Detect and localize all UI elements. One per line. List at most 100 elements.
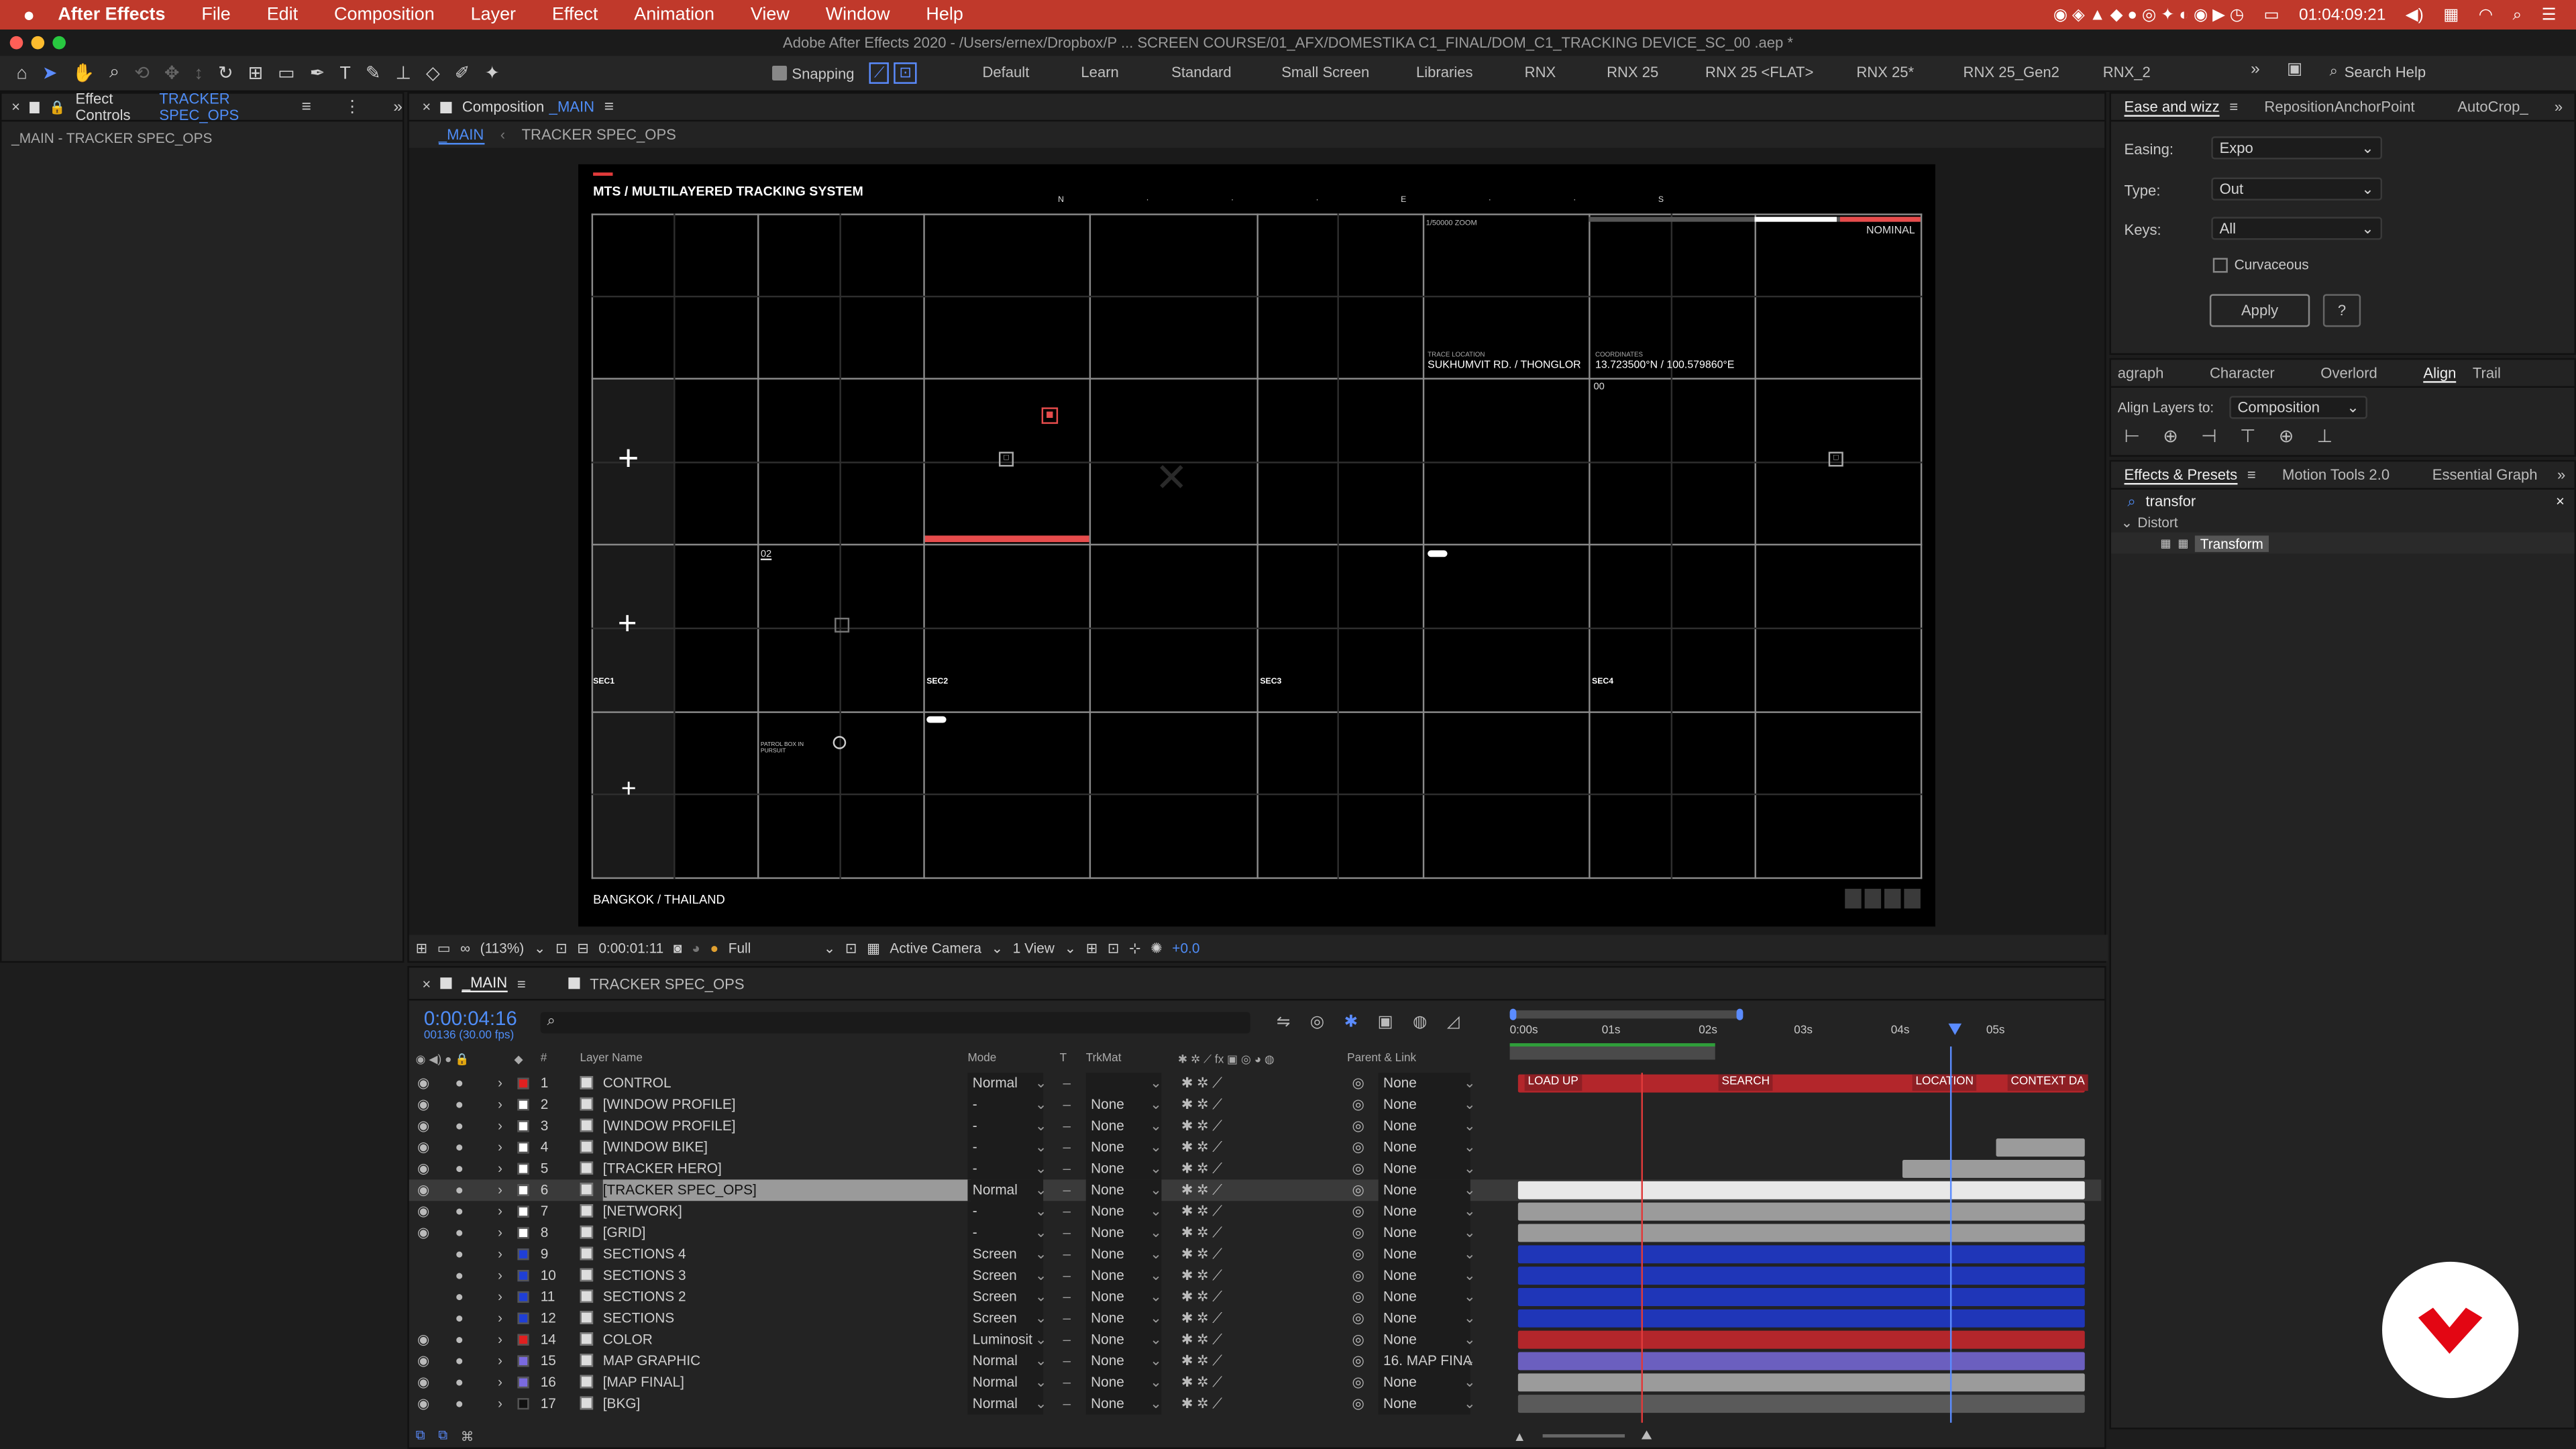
exposure-value[interactable]: +0.0: [1172, 940, 1199, 956]
reposition-anchor-tab[interactable]: RepositionAnchorPoint: [2264, 99, 2414, 115]
solo-icon[interactable]: ●: [455, 1350, 464, 1372]
pickwhip-icon[interactable]: ◎: [1352, 1329, 1364, 1350]
twirl-chevron-icon[interactable]: ›: [498, 1137, 502, 1159]
selection-tool-icon[interactable]: ➤: [42, 62, 58, 84]
effects-menu-icon[interactable]: ≡: [2247, 467, 2256, 483]
breadcrumb-main[interactable]: _MAIN: [438, 125, 484, 144]
layer-duration-bar[interactable]: [1996, 1138, 2085, 1157]
zoom-slider[interactable]: [1542, 1434, 1625, 1438]
motion-blur-icon[interactable]: ◍: [1413, 1014, 1427, 1032]
toggle-switches-icon[interactable]: ⧉: [438, 1428, 447, 1444]
layer-parent-select[interactable]: None: [1378, 1094, 1470, 1116]
search-icon[interactable]: ⌕: [2513, 6, 2522, 24]
menu-file[interactable]: File: [201, 5, 230, 24]
motion-tools-tab[interactable]: Motion Tools 2.0: [2282, 467, 2390, 483]
sync-settings-icon[interactable]: ▣: [2287, 61, 2302, 79]
layer-duration-bar[interactable]: [1517, 1288, 2085, 1306]
table-row[interactable]: ◉ ● › 17 [BKG] Normal ⌄ – None ⌄ ✱ ✲ ⟋ ◎ None ⌄: [409, 1393, 2101, 1415]
solo-icon[interactable]: ●: [455, 1116, 464, 1137]
layer-switches-icons[interactable]: ✱ ✲ ⟋: [1181, 1287, 1222, 1308]
layer-mode-select[interactable]: -: [967, 1201, 1044, 1223]
battery-icon[interactable]: ▭: [2264, 6, 2279, 24]
region-of-interest-icon[interactable]: ⊡: [845, 939, 857, 957]
mask-icon[interactable]: ∞: [460, 940, 470, 956]
effects-tab[interactable]: Effects & Presets: [2124, 466, 2238, 484]
layer-duration-bar[interactable]: [1517, 1074, 2085, 1093]
workspace-rnx-25-gen2[interactable]: RNX 25_Gen2: [1964, 64, 2059, 80]
layer-switches-icons[interactable]: ✱ ✲ ⟋: [1181, 1372, 1222, 1393]
frame-blending-icon[interactable]: ▣: [1378, 1014, 1393, 1032]
twirl-chevron-icon[interactable]: ›: [498, 1372, 502, 1393]
volume-icon[interactable]: ◀): [2406, 6, 2424, 24]
solo-icon[interactable]: ●: [455, 1393, 464, 1415]
pickwhip-icon[interactable]: ◎: [1352, 1179, 1364, 1201]
layer-switches-icons[interactable]: ✱ ✲ ⟋: [1181, 1350, 1222, 1372]
twirl-chevron-icon[interactable]: ›: [498, 1329, 502, 1350]
layer-mode-select[interactable]: Normal: [967, 1393, 1044, 1415]
layer-name[interactable]: [GRID]: [603, 1222, 646, 1244]
layer-switches-icons[interactable]: ✱ ✲ ⟋: [1181, 1201, 1222, 1222]
layer-name[interactable]: SECTIONS 2: [603, 1287, 686, 1308]
resolution-dropdown[interactable]: Full: [729, 940, 814, 956]
align-tab[interactable]: Align: [2423, 364, 2457, 382]
pickwhip-icon[interactable]: ◎: [1352, 1265, 1364, 1287]
workspace-overflow-icon[interactable]: »: [2251, 61, 2260, 79]
menu-window[interactable]: Window: [826, 5, 890, 24]
comp-mini-flowchart-icon[interactable]: ⇋: [1277, 1014, 1291, 1032]
pickwhip-icon[interactable]: ◎: [1352, 1094, 1364, 1116]
region-icon[interactable]: ⊟: [577, 939, 588, 957]
table-row[interactable]: ◉ ● › 1 CONTROL Normal ⌄ – ⌄ ✱ ✲ ⟋ ◎ None ⌄: [409, 1073, 2101, 1095]
align-to-select[interactable]: Composition ⌄: [2229, 396, 2367, 419]
layer-parent-select[interactable]: None: [1378, 1136, 1470, 1159]
eraser-tool-icon[interactable]: ◇: [426, 62, 440, 84]
twirl-chevron-icon[interactable]: ›: [498, 1073, 502, 1094]
effect-transform-item[interactable]: Transform: [2195, 535, 2269, 551]
table-row[interactable]: ◉ ● › 16 [MAP FINAL] Normal ⌄ – None ⌄ ✱ ✲ ⟋ ◎ None ⌄: [409, 1371, 2101, 1393]
snapshot-icon[interactable]: ◙: [674, 940, 682, 956]
flowchart-icon[interactable]: ⊹: [1129, 939, 1140, 957]
timeline-tab-tracker[interactable]: TRACKER SPEC_OPS: [590, 975, 744, 991]
snap-option-icon[interactable]: ⟋: [869, 62, 890, 84]
render-time-icon[interactable]: ⌘: [461, 1428, 474, 1443]
workspace-rnx-25-flat[interactable]: RNX 25 <FLAT>: [1705, 64, 1813, 80]
twirl-chevron-icon[interactable]: ›: [498, 1222, 502, 1244]
label-color-swatch[interactable]: [517, 1163, 529, 1175]
effect-controls-layer[interactable]: TRACKER SPEC_OPS: [159, 91, 285, 123]
layer-duration-bar[interactable]: [1517, 1267, 2085, 1285]
paragraph-tab[interactable]: agraph: [2118, 365, 2164, 381]
graph-editor-icon[interactable]: ◿: [1447, 1014, 1460, 1032]
time-ruler[interactable]: 0:00s 01s 02s 03s 04s 05s: [1509, 1008, 2085, 1066]
align-right-icon[interactable]: ⊣: [2201, 425, 2216, 447]
layer-duration-bar[interactable]: [1517, 1309, 2085, 1328]
rectangle-tool-icon[interactable]: ▭: [278, 62, 294, 84]
align-hcenter-icon[interactable]: ⊕: [2163, 425, 2178, 447]
table-row[interactable]: ◉ ● › 15 MAP GRAPHIC Normal ⌄ – None ⌄ ✱ ✲ ⟋ ◎ 16. M…: [409, 1350, 2101, 1372]
work-area-end-handle[interactable]: [1736, 1008, 1743, 1020]
timecode-display[interactable]: 0:00:01:11: [598, 940, 663, 956]
transparency-grid-icon[interactable]: ▦: [867, 939, 880, 957]
pickwhip-icon[interactable]: ◎: [1352, 1244, 1364, 1265]
menu-animation[interactable]: Animation: [634, 5, 714, 24]
close-timeline-icon[interactable]: ×: [422, 975, 431, 991]
label-color-swatch[interactable]: [517, 1142, 529, 1154]
status-icons[interactable]: ◉ ◈ ▲ ◆ ● ◎ ✦ ◐ ◉ ▶ ◷: [2053, 6, 2244, 24]
close-comp-icon[interactable]: ×: [422, 99, 431, 115]
layer-name[interactable]: SECTIONS 4: [603, 1244, 686, 1265]
eye-icon[interactable]: ◉: [417, 1159, 429, 1180]
layer-mode-select[interactable]: Screen: [967, 1307, 1044, 1330]
layer-name[interactable]: SECTIONS: [603, 1307, 674, 1329]
workspace-rnx-2[interactable]: RNX_2: [2103, 64, 2151, 80]
panel-lock-icon[interactable]: [30, 101, 40, 113]
zoom-out-icon[interactable]: ▲: [1513, 1428, 1526, 1443]
menu-layer[interactable]: Layer: [471, 5, 516, 24]
label-color-swatch[interactable]: [517, 1312, 529, 1324]
layer-mode-select[interactable]: Normal: [967, 1179, 1044, 1201]
solo-icon[interactable]: ●: [455, 1137, 464, 1159]
exposure-reset-icon[interactable]: ✺: [1150, 939, 1162, 957]
eye-icon[interactable]: ◉: [417, 1350, 429, 1372]
home-icon[interactable]: ⌂: [16, 63, 27, 83]
show-snapshot-icon[interactable]: ◕: [692, 940, 700, 956]
table-row[interactable]: ● › 9 SECTIONS 4 Screen ⌄ – None ⌄ ✱ ✲ ⟋ ◎ None ⌄: [409, 1243, 2101, 1265]
twirl-chevron-icon[interactable]: ›: [498, 1265, 502, 1287]
work-area-bar[interactable]: [1509, 1010, 1740, 1019]
